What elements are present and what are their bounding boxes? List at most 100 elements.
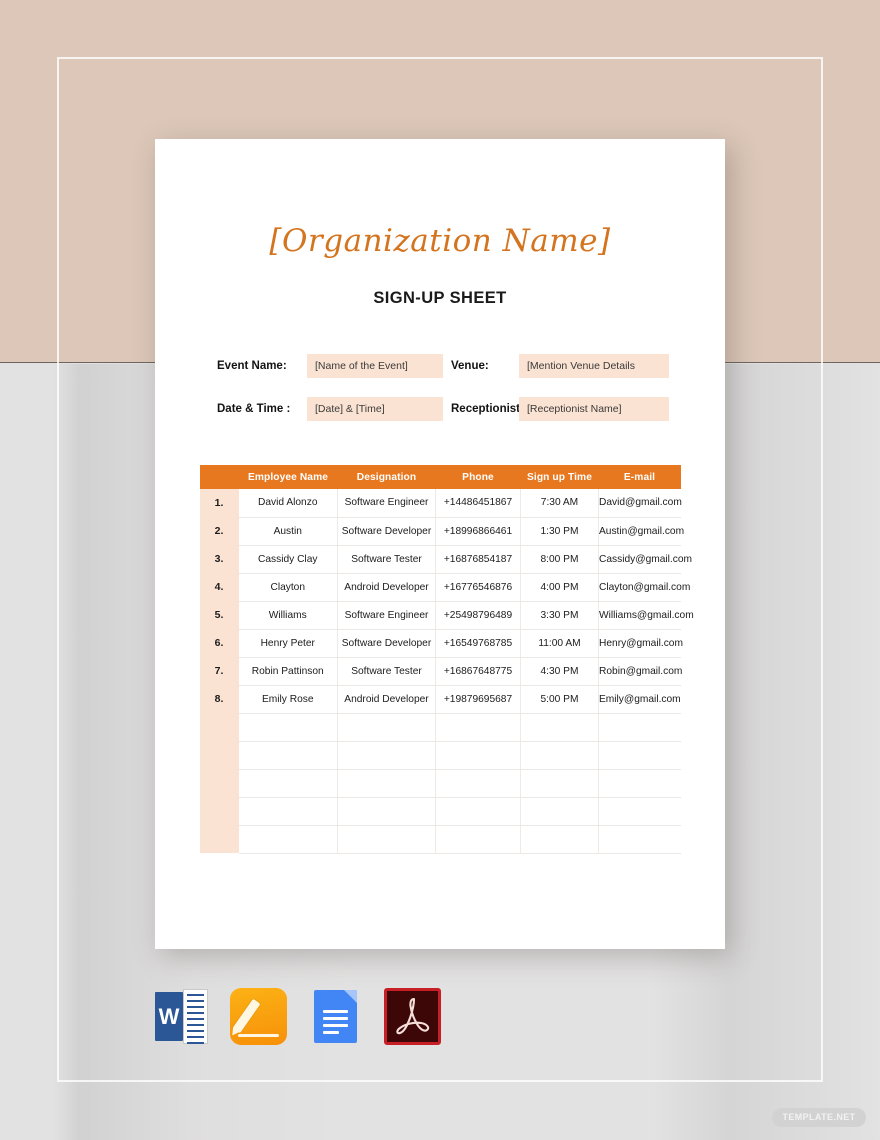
row-index [199,825,239,853]
cell-signup-time: 3:30 PM [520,601,599,630]
cell-phone: +19879695687 [435,685,521,714]
table-row[interactable]: 8. Emily Rose Android Developer +1987969568… [199,685,681,714]
cell-designation [337,797,436,826]
receptionist-label: Receptionist: [451,403,524,415]
cell-employee-name: Cassidy Clay [238,545,338,574]
form-row: Date & Time : [Date] & [Time] Receptioni… [217,397,685,421]
event-name-field[interactable]: [Name of the Event] [307,354,443,378]
date-time-field[interactable]: [Date] & [Time] [307,397,443,421]
row-index [199,741,239,769]
cell-phone: +25498796489 [435,601,521,630]
cell-signup-time: 8:00 PM [520,545,599,574]
column-header-signup-time: Sign up Time [520,465,599,489]
cell-employee-name [238,825,338,854]
table-row[interactable]: 1. David Alonzo Software Engineer +14486451… [199,489,682,518]
cell-designation: Software Tester [337,545,436,574]
column-header-phone: Phone [435,465,521,489]
cell-employee-name [238,713,338,742]
cell-phone [435,741,521,770]
cell-employee-name: Williams [238,601,338,630]
venue-field[interactable]: [Mention Venue Details [519,354,669,378]
gdocs-line [323,1010,348,1013]
table-row-empty[interactable] [199,797,681,826]
word-line [187,994,204,996]
cell-employee-name: Robin Pattinson [238,657,338,686]
form-row: Event Name: [Name of the Event] Venue: [… [217,354,685,378]
cell-designation: Software Developer [337,517,436,546]
gdocs-line [323,1031,339,1034]
cell-signup-time: 1:30 PM [520,517,599,546]
table-body: 1. David Alonzo Software Engineer +14486451… [199,489,694,854]
form-cell-receptionist: Receptionist: [Receptionist Name] [451,397,685,421]
cell-employee-name: Austin [238,517,338,546]
table-row-empty[interactable] [199,769,681,798]
cell-designation [337,769,436,798]
cell-employee-name [238,769,338,798]
table-row[interactable]: 6. Henry Peter Software Developer +16549768… [199,629,683,658]
cell-email: Austin@gmail.com [598,517,684,546]
cell-signup-time: 4:00 PM [520,573,599,602]
cell-designation [337,713,436,742]
page-title: SIGN-UP SHEET [373,289,507,307]
cell-email: Henry@gmail.com [598,629,683,658]
cell-phone: +16549768785 [435,629,521,658]
format-icons-row: W [153,988,441,1045]
cell-designation: Software Tester [337,657,436,686]
gdocs-sheet [314,990,357,1043]
table-row[interactable]: 4. Clayton Android Developer +16776546876 4:… [199,573,690,602]
row-index: 7. [199,657,239,685]
cell-phone: +16867648775 [435,657,521,686]
table-row-empty[interactable] [199,825,681,854]
date-time-label: Date & Time : [217,403,291,415]
cell-email: Robin@gmail.com [598,657,682,686]
cell-employee-name [238,797,338,826]
row-index [199,797,239,825]
word-line [187,1012,204,1014]
adobe-pdf-icon[interactable] [384,988,441,1045]
table-head: Employee Name Designation Phone Sign up … [199,465,681,489]
cell-signup-time: 7:30 AM [520,489,599,518]
word-line [187,1030,204,1032]
table-row-empty[interactable] [199,741,681,770]
venue-label: Venue: [451,360,489,372]
cell-email [598,713,681,742]
word-badge: W [155,992,183,1041]
table-header-row: Employee Name Designation Phone Sign up … [199,465,681,489]
cell-signup-time: 5:00 PM [520,685,599,714]
cell-email: Clayton@gmail.com [598,573,690,602]
table-row[interactable]: 2. Austin Software Developer +18996866461 1:… [199,517,684,546]
table-row[interactable]: 7. Robin Pattinson Software Tester +1686764… [199,657,682,686]
cell-signup-time [520,769,599,798]
cell-designation [337,741,436,770]
word-letter: W [158,1004,180,1029]
ms-word-icon[interactable]: W [153,988,210,1045]
word-line [187,1018,204,1020]
cell-phone [435,769,521,798]
column-header-designation: Designation [337,465,436,489]
cell-email: Williams@gmail.com [598,601,694,630]
cell-designation: Software Developer [337,629,436,658]
table-row-empty[interactable] [199,713,681,742]
cell-designation: Software Engineer [337,601,436,630]
word-line [187,1042,204,1044]
word-line [187,1036,204,1038]
row-index: 5. [199,601,239,629]
table-row[interactable]: 3. Cassidy Clay Software Tester +1687685418… [199,545,692,574]
cell-signup-time [520,797,599,826]
row-index: 4. [199,573,239,601]
word-line [187,1024,204,1026]
row-index [199,713,239,741]
form-cell-venue: Venue: [Mention Venue Details [451,354,685,378]
google-docs-icon[interactable] [307,988,364,1045]
cell-employee-name: Clayton [238,573,338,602]
apple-pages-icon[interactable] [230,988,287,1045]
cell-email: David@gmail.com [598,489,682,518]
table-row[interactable]: 5. Williams Software Engineer +25498796489 3… [199,601,694,630]
cell-signup-time [520,741,599,770]
cell-signup-time [520,825,599,854]
cell-email [598,741,681,770]
cell-email: Emily@gmail.com [598,685,681,714]
receptionist-field[interactable]: [Receptionist Name] [519,397,669,421]
cell-employee-name: David Alonzo [238,489,338,518]
cell-phone [435,713,521,742]
